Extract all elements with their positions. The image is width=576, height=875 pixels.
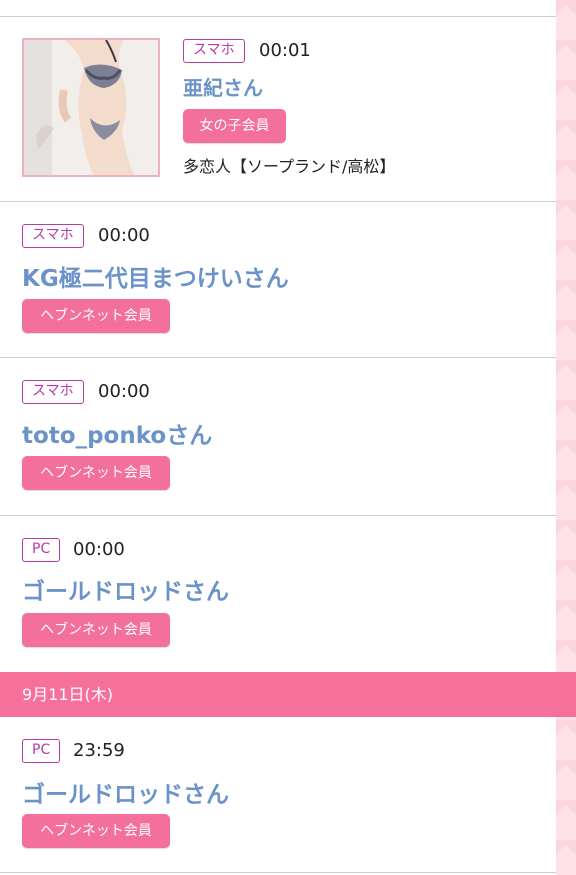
device-badge: PC	[22, 739, 61, 763]
list-item[interactable]: PC 23:59 ゴールドロッドさん ヘブンネット会員	[0, 717, 556, 873]
member-type-badge: ヘブンネット会員	[22, 456, 170, 490]
access-time: 00:00	[73, 539, 125, 560]
access-time: 00:01	[259, 40, 311, 61]
visitor-name-link[interactable]: 亜紀さん	[183, 72, 263, 101]
access-time: 23:59	[73, 740, 125, 761]
member-type-badge: ヘブンネット会員	[22, 613, 170, 647]
decorative-side-strip	[556, 0, 576, 875]
visitor-name-link[interactable]: KG極二代目まつけいさん	[22, 259, 289, 293]
shop-name[interactable]: 多恋人【ソープランド/高松】	[183, 153, 395, 177]
access-time: 00:00	[98, 381, 150, 402]
profile-photo-image	[24, 40, 158, 175]
member-type-badge: ヘブンネット会員	[22, 299, 170, 333]
date-header: 9月11日(木)	[0, 672, 576, 717]
list-item[interactable]: スマホ 00:00 KG極二代目まつけいさん ヘブンネット会員	[0, 202, 556, 358]
device-badge: スマホ	[183, 39, 245, 63]
device-badge: PC	[22, 538, 61, 562]
list-item[interactable]: PC 00:00 ゴールドロッドさん ヘブンネット会員	[0, 516, 556, 672]
device-badge: スマホ	[22, 380, 84, 404]
member-type-badge: ヘブンネット会員	[22, 814, 170, 848]
visitor-name-link[interactable]: toto_ponkoさん	[22, 416, 212, 450]
list-item[interactable]: スマホ 00:00 toto_ponkoさん ヘブンネット会員	[0, 358, 556, 516]
device-badge: スマホ	[22, 224, 84, 248]
profile-photo[interactable]	[22, 38, 160, 177]
access-time: 00:00	[98, 225, 150, 246]
visitor-name-link[interactable]: ゴールドロッドさん	[22, 775, 229, 809]
visitor-name-link[interactable]: ゴールドロッドさん	[22, 572, 229, 606]
list-item[interactable]: スマホ 00:01 亜紀さん 女の子会員 多恋人【ソープランド/高松】	[0, 17, 556, 202]
member-type-badge: 女の子会員	[183, 109, 286, 143]
